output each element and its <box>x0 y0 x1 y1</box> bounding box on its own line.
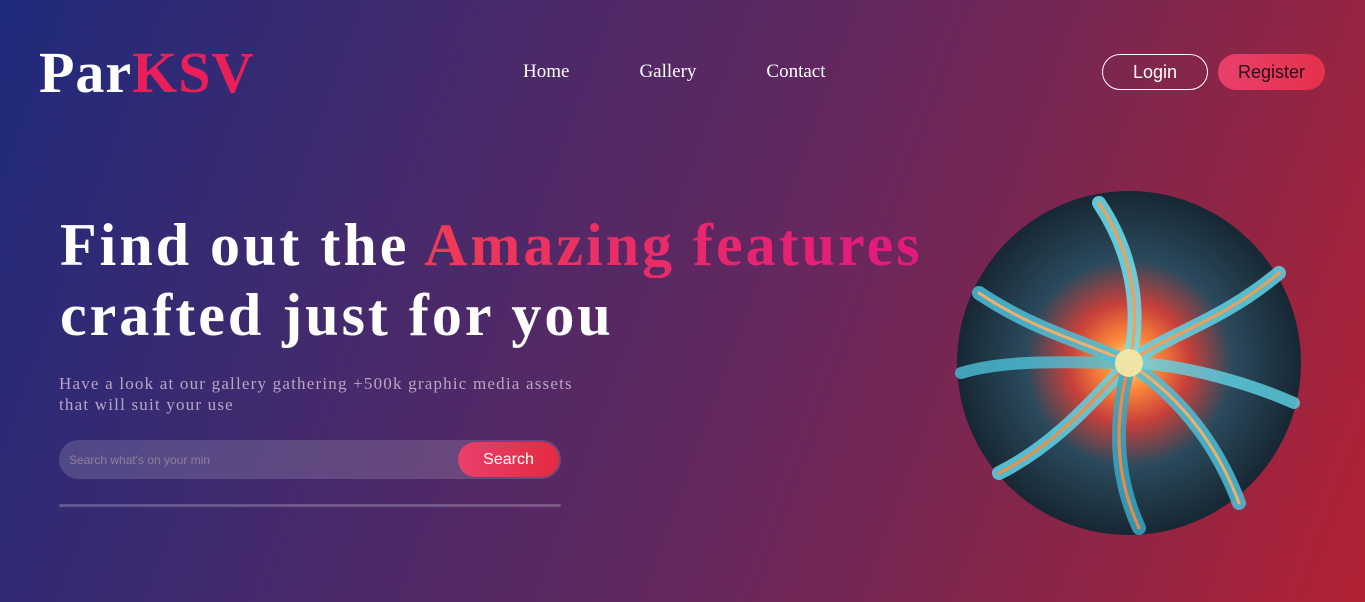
hero-subtitle-line2: that will suit your use <box>59 395 234 414</box>
nav-home[interactable]: Home <box>523 60 569 84</box>
main-nav: Home Gallery Contact <box>523 60 826 84</box>
search-button[interactable]: Search <box>458 442 559 477</box>
nav-contact[interactable]: Contact <box>766 60 825 84</box>
hero-subtitle-line1: Have a look at our gallery gathering +50… <box>59 374 573 393</box>
hero-title: Find out the Amazing features crafted ju… <box>60 210 923 350</box>
hero-title-part1: Find out the <box>60 212 425 278</box>
search-bar: Search <box>59 440 561 479</box>
auth-buttons: Login Register <box>1102 54 1325 90</box>
hero-spiral-artwork <box>955 191 1301 535</box>
divider <box>59 504 561 507</box>
hero-title-line2: crafted just for you <box>60 282 614 348</box>
logo[interactable]: ParKSV <box>39 38 254 108</box>
register-button[interactable]: Register <box>1218 54 1325 90</box>
logo-part2: KSV <box>132 40 255 105</box>
hero-subtitle: Have a look at our gallery gathering +50… <box>59 373 659 415</box>
logo-part1: Par <box>39 40 133 105</box>
login-button[interactable]: Login <box>1102 54 1208 90</box>
search-input[interactable] <box>59 440 458 479</box>
nav-gallery[interactable]: Gallery <box>639 60 696 84</box>
hero-title-accent: Amazing features <box>424 212 923 278</box>
